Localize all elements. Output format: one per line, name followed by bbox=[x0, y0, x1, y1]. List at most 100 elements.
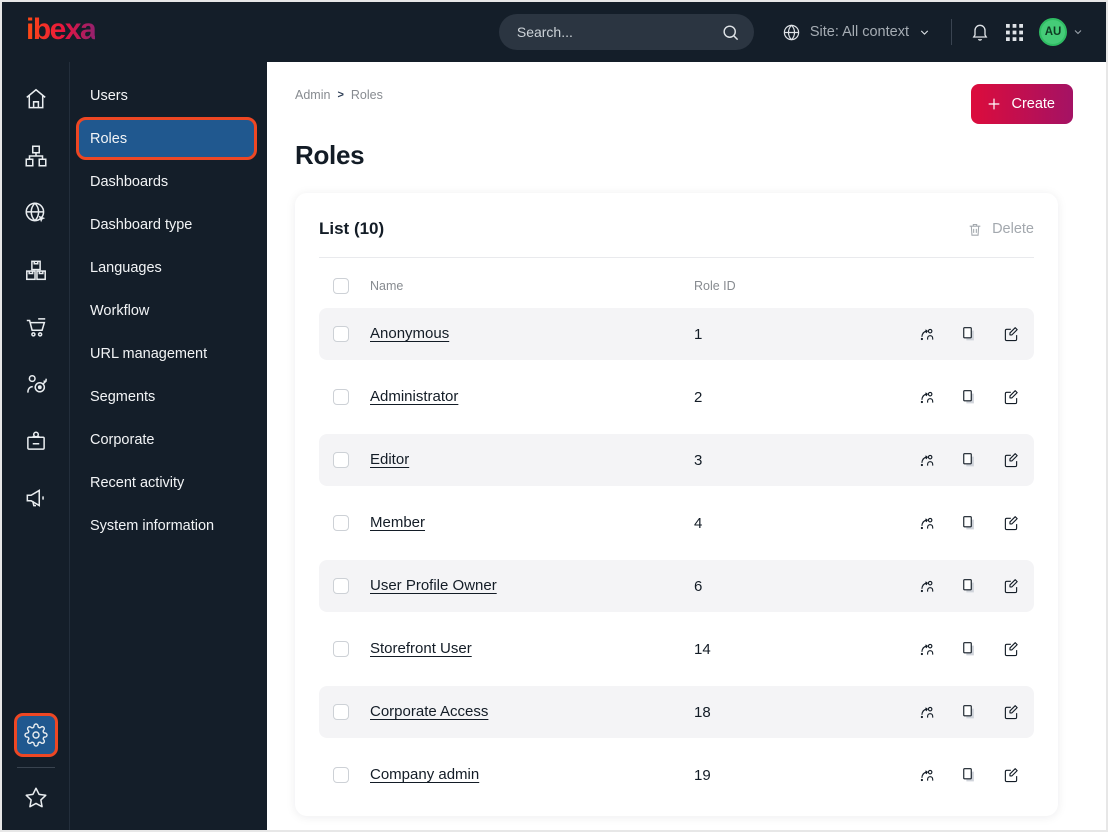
rail-item-bookmarks[interactable] bbox=[2, 776, 70, 820]
assign-to-user-icon[interactable] bbox=[918, 388, 936, 406]
create-button[interactable]: Create bbox=[971, 84, 1073, 124]
assign-to-user-icon[interactable] bbox=[918, 640, 936, 658]
sidebar-item[interactable]: Users bbox=[70, 74, 267, 117]
rail-item-corporate[interactable] bbox=[2, 412, 70, 469]
copy-icon[interactable] bbox=[960, 325, 978, 343]
copy-icon[interactable] bbox=[960, 451, 978, 469]
sidebar-item-label: Segments bbox=[90, 388, 156, 405]
copy-icon[interactable] bbox=[960, 388, 978, 406]
role-id-value: 3 bbox=[694, 451, 703, 469]
assign-to-user-icon[interactable] bbox=[918, 514, 936, 532]
sidebar-item[interactable]: Corporate bbox=[70, 418, 267, 461]
role-id-value: 18 bbox=[694, 703, 711, 721]
bookmarks-star-icon bbox=[23, 785, 49, 811]
user-avatar[interactable]: AU bbox=[1039, 18, 1067, 46]
table-header-row: Name Role ID bbox=[319, 270, 1034, 302]
assign-to-user-icon[interactable] bbox=[918, 577, 936, 595]
row-checkbox[interactable] bbox=[333, 326, 349, 342]
global-search[interactable] bbox=[498, 14, 754, 50]
create-button-label: Create bbox=[1011, 96, 1055, 112]
main-content: Admin > Roles Create Roles List (10) Del… bbox=[267, 62, 1106, 830]
rail-item-marketing[interactable] bbox=[2, 469, 70, 526]
notifications-bell-icon[interactable] bbox=[970, 22, 990, 42]
sidebar-item[interactable]: Roles bbox=[76, 117, 257, 160]
assign-to-user-icon[interactable] bbox=[918, 325, 936, 343]
role-id-value: 4 bbox=[694, 514, 703, 532]
row-checkbox[interactable] bbox=[333, 704, 349, 720]
assign-to-user-icon[interactable] bbox=[918, 703, 936, 721]
roles-table-body: Anonymous 1 Administrator 2 Editor 3 Mem… bbox=[295, 308, 1058, 816]
row-checkbox[interactable] bbox=[333, 767, 349, 783]
rail-item-product-catalog[interactable] bbox=[2, 241, 70, 298]
role-name-link[interactable]: Company admin bbox=[370, 766, 479, 783]
sidebar-item[interactable]: System information bbox=[70, 504, 267, 547]
edit-icon[interactable] bbox=[1002, 703, 1020, 721]
assign-to-user-icon[interactable] bbox=[918, 451, 936, 469]
role-id-value: 6 bbox=[694, 577, 703, 595]
sidebar-item-label: Roles bbox=[90, 130, 128, 147]
role-name-link[interactable]: Anonymous bbox=[370, 325, 449, 342]
role-id-value: 1 bbox=[694, 325, 703, 343]
column-header-name: Name bbox=[370, 279, 404, 293]
main-nav-rail bbox=[2, 62, 70, 830]
table-row: Company admin 19 bbox=[319, 749, 1034, 801]
ibexa-logo[interactable]: ibexa bbox=[26, 15, 97, 49]
rail-item-site[interactable] bbox=[2, 184, 70, 241]
sidebar-item[interactable]: Workflow bbox=[70, 289, 267, 332]
assign-to-user-icon[interactable] bbox=[918, 766, 936, 784]
row-checkbox[interactable] bbox=[333, 578, 349, 594]
edit-icon[interactable] bbox=[1002, 766, 1020, 784]
roles-list-card: List (10) Delete Name Role ID Anonymous … bbox=[295, 193, 1058, 816]
sidebar-item[interactable]: URL management bbox=[70, 332, 267, 375]
copy-icon[interactable] bbox=[960, 514, 978, 532]
copy-icon[interactable] bbox=[960, 766, 978, 784]
delete-button-label: Delete bbox=[992, 221, 1034, 237]
sidebar-item[interactable]: Segments bbox=[70, 375, 267, 418]
rail-item-admin-settings[interactable] bbox=[13, 713, 58, 757]
rail-item-home[interactable] bbox=[2, 70, 70, 127]
edit-icon[interactable] bbox=[1002, 577, 1020, 595]
breadcrumb-roles[interactable]: Roles bbox=[351, 88, 383, 102]
site-context-selector[interactable]: Site: All context bbox=[782, 23, 931, 42]
role-name-link[interactable]: User Profile Owner bbox=[370, 577, 497, 594]
row-checkbox[interactable] bbox=[333, 389, 349, 405]
role-name-link[interactable]: Corporate Access bbox=[370, 703, 488, 720]
edit-icon[interactable] bbox=[1002, 451, 1020, 469]
row-checkbox[interactable] bbox=[333, 515, 349, 531]
breadcrumb-admin[interactable]: Admin bbox=[295, 88, 330, 102]
list-count-title: List (10) bbox=[319, 219, 385, 238]
row-checkbox[interactable] bbox=[333, 452, 349, 468]
sidebar-item-label: Languages bbox=[90, 259, 162, 276]
rail-item-content-tree[interactable] bbox=[2, 127, 70, 184]
user-menu[interactable]: AU bbox=[1039, 18, 1084, 46]
copy-icon[interactable] bbox=[960, 703, 978, 721]
row-checkbox[interactable] bbox=[333, 641, 349, 657]
edit-icon[interactable] bbox=[1002, 514, 1020, 532]
role-name-link[interactable]: Administrator bbox=[370, 388, 458, 405]
copy-icon[interactable] bbox=[960, 577, 978, 595]
search-icon[interactable] bbox=[721, 23, 740, 42]
marketing-megaphone-icon bbox=[23, 485, 49, 511]
edit-icon[interactable] bbox=[1002, 640, 1020, 658]
trash-icon bbox=[967, 221, 983, 238]
app-grid-icon[interactable] bbox=[1006, 23, 1023, 41]
sidebar-item[interactable]: Languages bbox=[70, 246, 267, 289]
sidebar-item[interactable]: Recent activity bbox=[70, 461, 267, 504]
rail-item-commerce[interactable] bbox=[2, 298, 70, 355]
sidebar-item[interactable]: Dashboard type bbox=[70, 203, 267, 246]
edit-icon[interactable] bbox=[1002, 325, 1020, 343]
topbar-divider bbox=[951, 19, 952, 45]
copy-icon[interactable] bbox=[960, 640, 978, 658]
sidebar-item-label: Users bbox=[90, 87, 128, 104]
role-name-link[interactable]: Editor bbox=[370, 451, 409, 468]
role-name-link[interactable]: Storefront User bbox=[370, 640, 472, 657]
rail-item-personalization[interactable] bbox=[2, 355, 70, 412]
role-name-link[interactable]: Member bbox=[370, 514, 425, 531]
edit-icon[interactable] bbox=[1002, 388, 1020, 406]
role-id-value: 2 bbox=[694, 388, 703, 406]
delete-button[interactable]: Delete bbox=[967, 221, 1034, 238]
select-all-checkbox[interactable] bbox=[333, 278, 349, 294]
search-input[interactable] bbox=[516, 24, 721, 40]
user-chevron-down-icon bbox=[1072, 26, 1084, 38]
sidebar-item[interactable]: Dashboards bbox=[70, 160, 267, 203]
